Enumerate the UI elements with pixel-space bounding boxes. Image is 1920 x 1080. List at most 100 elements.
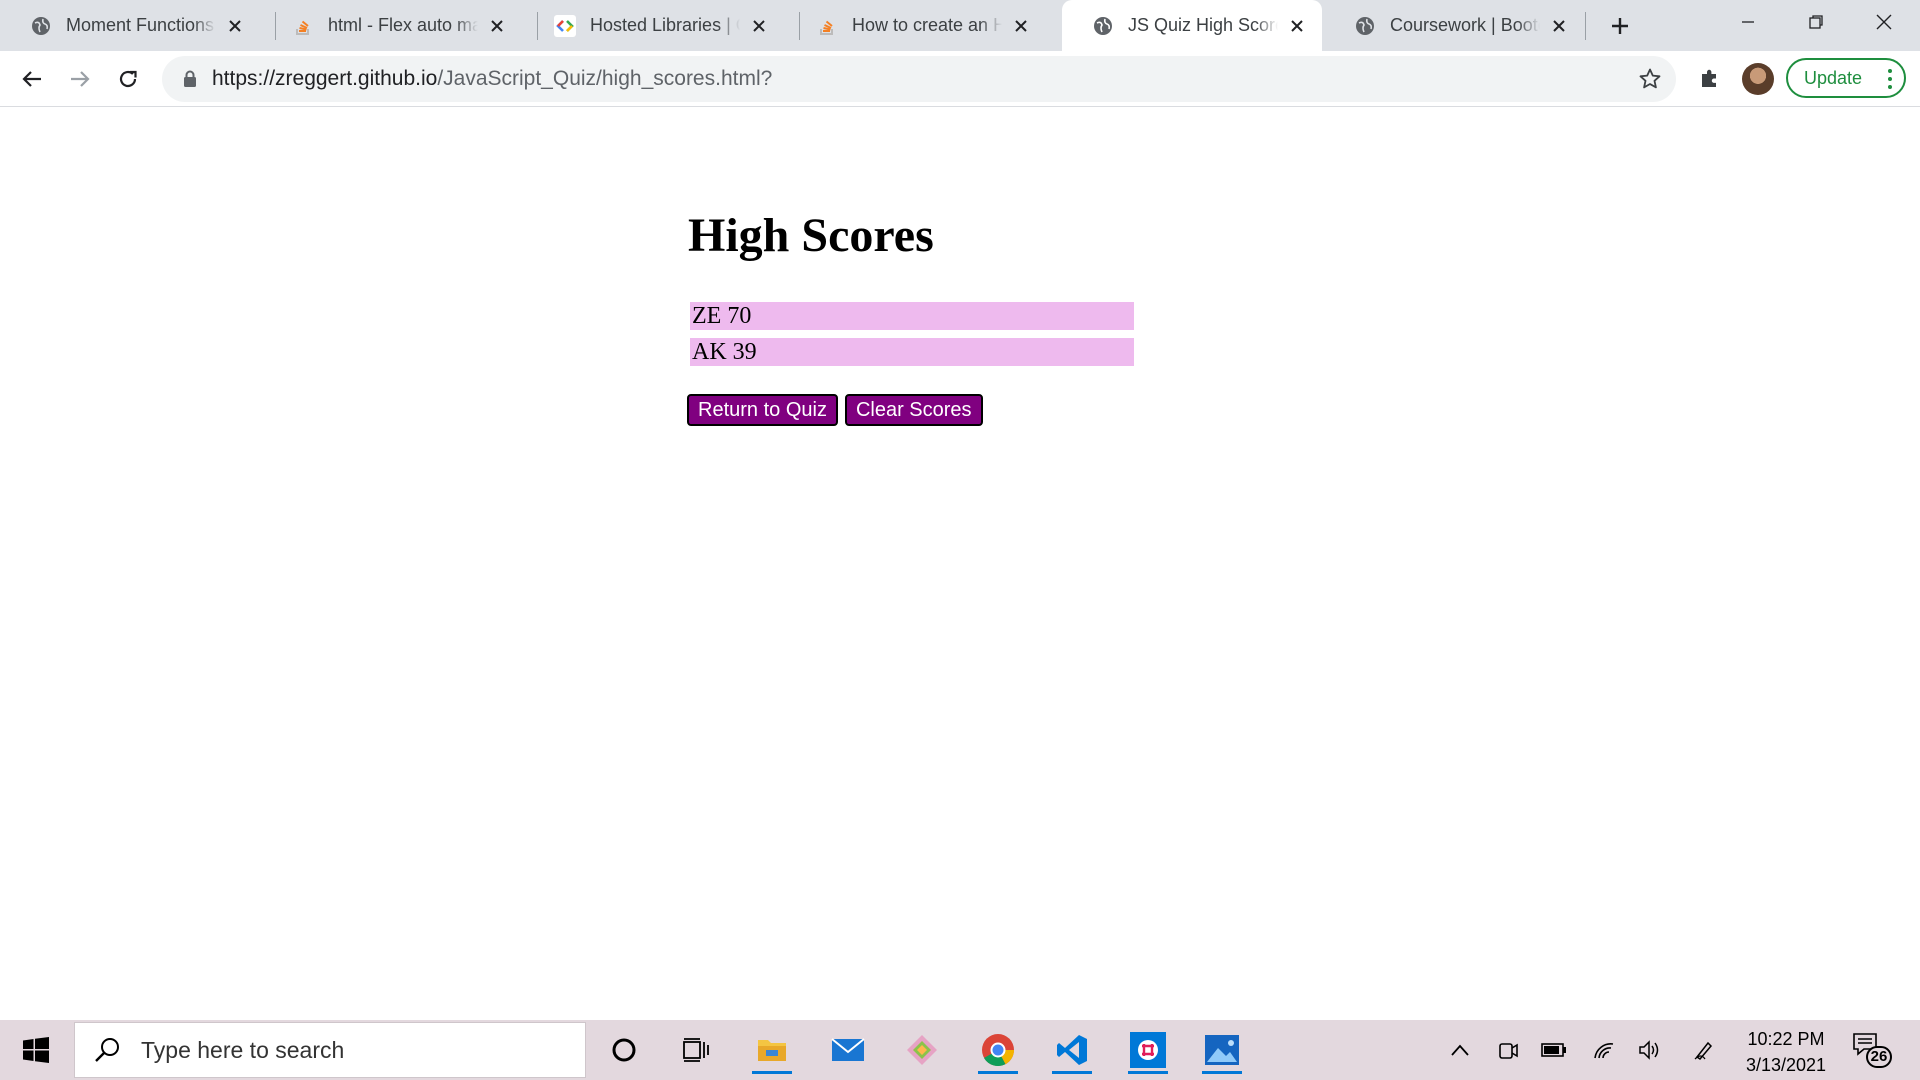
plus-icon <box>1612 18 1628 34</box>
file-explorer-button[interactable] <box>748 1026 796 1074</box>
tab-title: html - Flex auto margin <box>328 15 478 35</box>
folder-icon <box>758 1040 786 1061</box>
tab-js-quiz-high-scores[interactable]: JS Quiz High Scores <box>1062 0 1322 51</box>
score-item: AK 39 <box>690 338 1134 366</box>
tab-moment-functions[interactable]: Moment Functions <box>0 0 260 51</box>
running-indicator <box>1128 1071 1168 1074</box>
back-arrow-icon <box>22 71 41 87</box>
google-developers-icon <box>554 14 576 37</box>
cortana-icon <box>612 1038 636 1062</box>
reload-button[interactable] <box>108 59 148 99</box>
tab-separator <box>1585 12 1586 40</box>
photos-button[interactable] <box>1198 1026 1246 1074</box>
minimize-icon <box>1742 21 1754 23</box>
chevron-up-icon <box>1451 1044 1469 1056</box>
photos-icon <box>1205 1035 1239 1065</box>
tab-title: Coursework | Bootcamp <box>1390 15 1540 35</box>
return-to-quiz-button[interactable]: Return to Quiz <box>687 394 838 426</box>
update-label: Update <box>1804 67 1863 88</box>
close-icon <box>1876 14 1892 30</box>
close-icon[interactable] <box>486 15 508 37</box>
tab-title: Moment Functions <box>66 15 215 35</box>
forward-button[interactable] <box>60 59 100 99</box>
slack-icon <box>1130 1032 1166 1068</box>
running-indicator <box>978 1071 1018 1074</box>
task-view-button[interactable] <box>672 1026 720 1074</box>
taskbar-search[interactable]: Type here to search <box>74 1022 586 1078</box>
more-vert-icon <box>1888 69 1892 89</box>
mail-button[interactable] <box>824 1026 872 1074</box>
globe-icon <box>30 15 52 37</box>
close-icon[interactable] <box>748 15 770 37</box>
puzzle-icon <box>1702 69 1716 87</box>
pen-icon[interactable] <box>1690 1036 1718 1064</box>
score-list: ZE 70 AK 39 <box>690 302 1134 374</box>
close-window-button[interactable] <box>1850 0 1918 44</box>
url-path: /JavaScript_Quiz/high_scores.html? <box>437 67 773 90</box>
update-button[interactable]: Update <box>1786 58 1906 98</box>
battery-icon[interactable] <box>1540 1036 1568 1064</box>
tab-flex-auto-margin[interactable]: html - Flex auto margin <box>262 0 522 51</box>
avatar[interactable] <box>1742 63 1774 95</box>
running-indicator <box>1052 1071 1092 1074</box>
lock-icon[interactable] <box>180 69 200 89</box>
browser-toolbar: https://zreggert.github.io/JavaScript_Qu… <box>0 51 1920 107</box>
search-icon <box>95 1038 119 1062</box>
start-button[interactable] <box>12 1030 60 1070</box>
meet-now-icon[interactable] <box>1494 1036 1522 1064</box>
running-indicator <box>1202 1071 1242 1074</box>
chrome-icon <box>982 1034 1014 1067</box>
close-icon[interactable] <box>1286 15 1308 37</box>
windows-icon <box>23 1037 49 1063</box>
extensions-button[interactable] <box>1694 62 1726 94</box>
chrome-button[interactable] <box>974 1026 1022 1074</box>
globe-icon <box>1354 15 1376 37</box>
git-kraken-button[interactable] <box>898 1026 946 1074</box>
clock-time: 10:22 PM <box>1747 1029 1825 1049</box>
url-text[interactable]: https://zreggert.github.io/JavaScript_Qu… <box>212 67 772 91</box>
show-hidden-icons-button[interactable] <box>1446 1036 1474 1064</box>
bookmark-star-icon[interactable] <box>1638 67 1662 91</box>
volume-icon[interactable] <box>1636 1036 1664 1064</box>
clock[interactable]: 10:22 PM 3/13/2021 <box>1736 1026 1836 1078</box>
app-icon <box>907 1035 937 1065</box>
notification-center-button[interactable]: 26 <box>1852 1032 1892 1072</box>
vscode-button[interactable] <box>1048 1026 1096 1074</box>
stackoverflow-icon <box>292 15 314 37</box>
tab-strip: Moment Functions html - Flex auto margin… <box>0 0 1920 51</box>
vscode-icon <box>1057 1035 1087 1065</box>
page-title: High Scores <box>688 209 934 262</box>
clear-scores-button[interactable]: Clear Scores <box>844 394 983 426</box>
tab-coursework[interactable]: Coursework | Bootcamp <box>1324 0 1584 51</box>
slack-button[interactable] <box>1124 1026 1172 1074</box>
new-tab-button[interactable] <box>1602 8 1638 44</box>
back-button[interactable] <box>12 59 52 99</box>
running-indicator <box>752 1071 792 1074</box>
tab-hosted-libraries[interactable]: Hosted Libraries | Google <box>524 0 784 51</box>
score-item: ZE 70 <box>690 302 1134 330</box>
address-bar[interactable]: https://zreggert.github.io/JavaScript_Qu… <box>162 56 1676 102</box>
minimize-button[interactable] <box>1714 0 1782 44</box>
taskbar: Type here to search 10:22 PM 3/13/2021 2… <box>0 1020 1920 1080</box>
tab-create-html[interactable]: How to create an HTML <box>786 0 1046 51</box>
notification-badge: 26 <box>1866 1046 1892 1068</box>
url-host: https://zreggert.github.io <box>212 67 438 90</box>
stackoverflow-icon <box>816 15 838 37</box>
tab-title: How to create an HTML <box>852 15 1002 35</box>
task-view-icon <box>683 1038 709 1062</box>
close-icon[interactable] <box>1548 15 1570 37</box>
restore-icon <box>1809 15 1823 29</box>
reload-icon <box>119 70 137 88</box>
close-icon[interactable] <box>224 15 246 37</box>
globe-icon <box>1092 15 1114 37</box>
tab-title: JS Quiz High Scores <box>1128 15 1278 35</box>
cortana-button[interactable] <box>600 1026 648 1074</box>
button-row: Return to Quiz Clear Scores <box>687 394 983 426</box>
mail-icon <box>831 1038 865 1061</box>
forward-arrow-icon <box>71 71 90 87</box>
restore-button[interactable] <box>1782 0 1850 44</box>
close-icon[interactable] <box>1010 15 1032 37</box>
tab-title: Hosted Libraries | Google <box>590 15 740 35</box>
wifi-icon[interactable] <box>1590 1036 1618 1064</box>
clock-date: 3/13/2021 <box>1745 1055 1827 1075</box>
